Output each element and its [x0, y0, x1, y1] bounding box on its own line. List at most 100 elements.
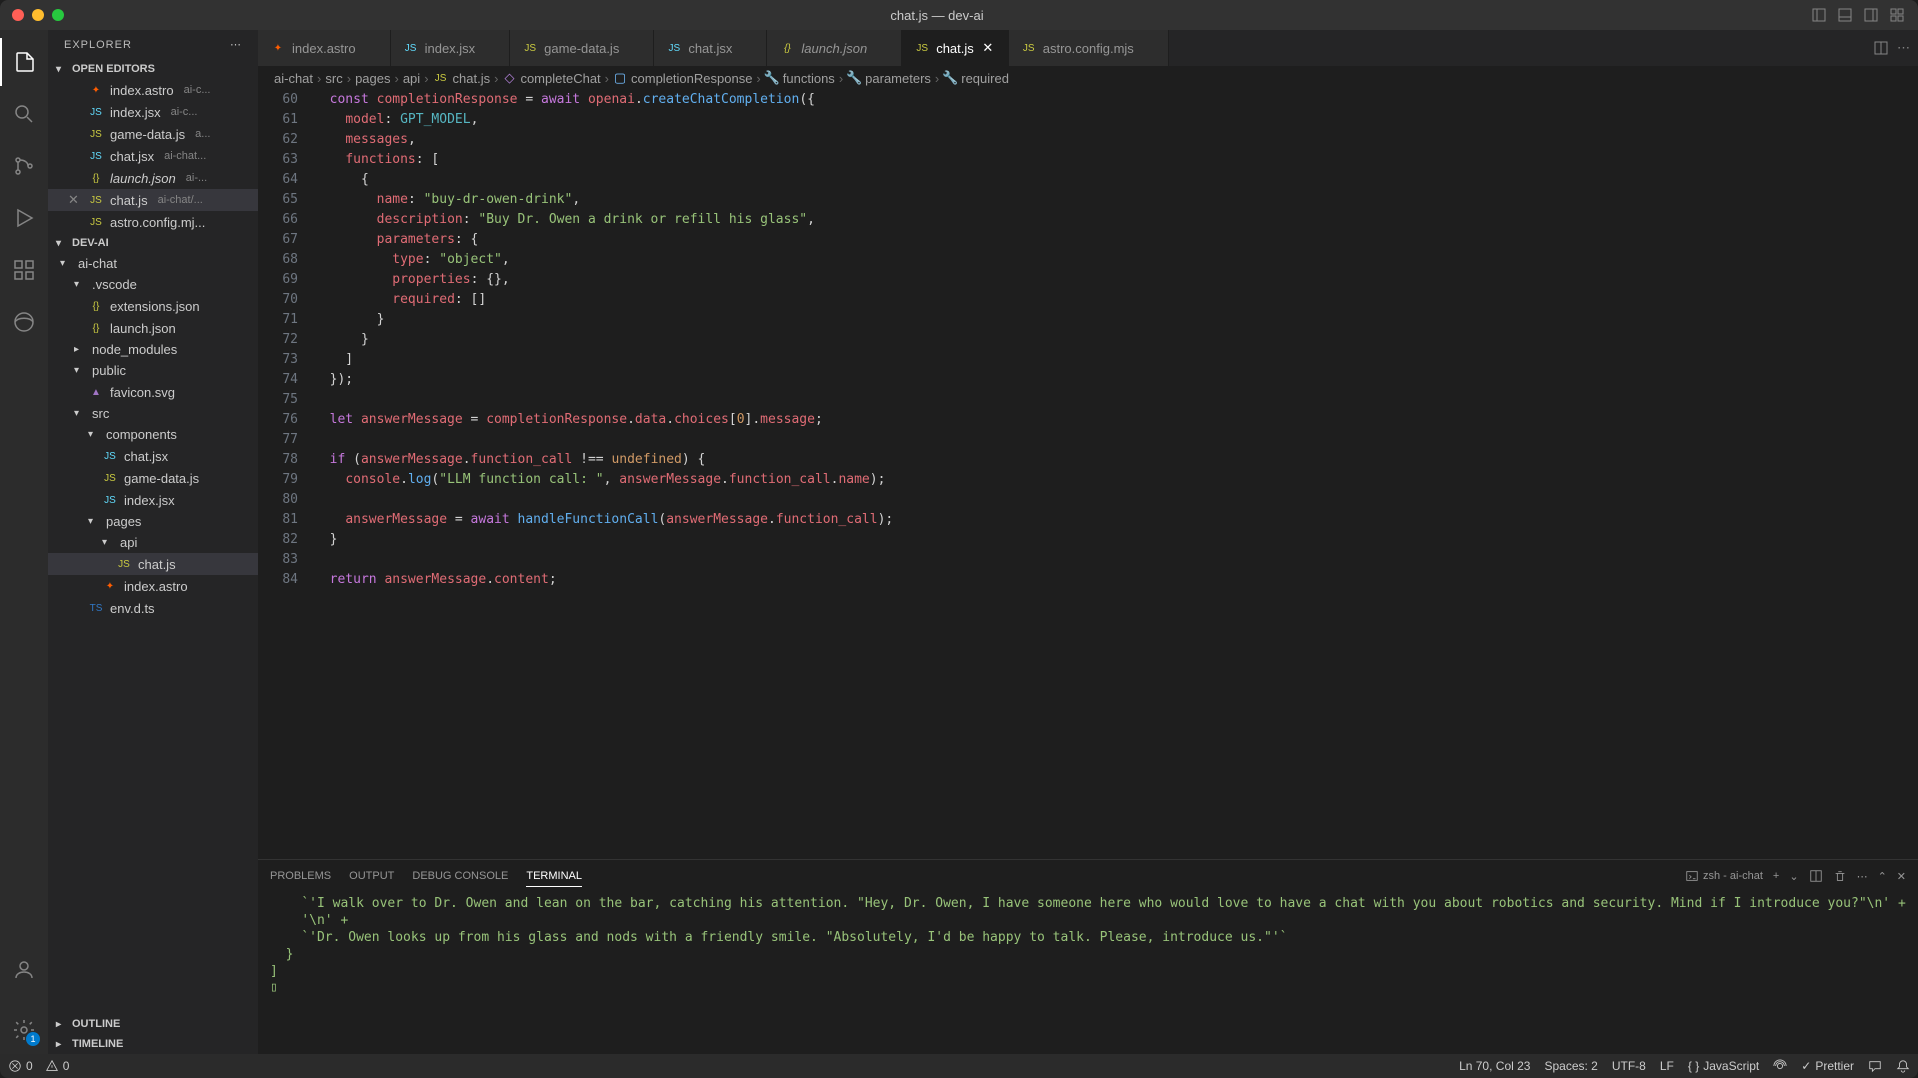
- status-language[interactable]: { } JavaScript: [1688, 1059, 1759, 1073]
- file-item[interactable]: JSchat.jsx: [48, 445, 258, 467]
- status-spaces[interactable]: Spaces: 2: [1544, 1059, 1597, 1073]
- close-window-button[interactable]: [12, 9, 24, 21]
- file-path: ai-c...: [184, 84, 211, 96]
- editor-tab[interactable]: {}launch.json✕: [767, 30, 902, 66]
- terminal-dropdown-icon[interactable]: ⌄: [1789, 870, 1798, 883]
- panel-tab-problems[interactable]: PROBLEMS: [270, 866, 331, 886]
- folder-item[interactable]: ▾api: [48, 532, 258, 553]
- close-tab-icon[interactable]: ✕: [980, 40, 996, 56]
- status-feedback-icon[interactable]: [1868, 1059, 1882, 1073]
- editor-tab[interactable]: JSindex.jsx✕: [391, 30, 511, 66]
- terminal-line: }: [270, 947, 1906, 964]
- folder-item[interactable]: ▾.vscode: [48, 274, 258, 295]
- editor-tab[interactable]: ✦index.astro✕: [258, 30, 391, 66]
- file-item[interactable]: JSgame-data.js: [48, 467, 258, 489]
- status-warnings[interactable]: 0: [45, 1059, 70, 1073]
- new-terminal-icon[interactable]: +: [1773, 870, 1779, 882]
- open-editor-item[interactable]: ✕{}launch.jsonai-...: [48, 167, 258, 189]
- source-control-icon[interactable]: [0, 142, 48, 190]
- editor-tab[interactable]: JSastro.config.mjs✕: [1009, 30, 1169, 66]
- terminal-output[interactable]: `'I walk over to Dr. Owen and lean on th…: [258, 892, 1918, 1054]
- folder-name: pages: [106, 514, 141, 529]
- close-panel-icon[interactable]: ✕: [1897, 870, 1906, 883]
- kill-terminal-icon[interactable]: [1833, 869, 1847, 883]
- folder-item[interactable]: ▾components: [48, 424, 258, 445]
- status-live-icon[interactable]: [1773, 1059, 1787, 1073]
- status-eol[interactable]: LF: [1660, 1059, 1674, 1073]
- folder-name: components: [106, 427, 177, 442]
- terminal-shell-label[interactable]: zsh - ai-chat: [1685, 869, 1763, 883]
- open-editor-item[interactable]: ✕✦index.astroai-c...: [48, 79, 258, 101]
- breadcrumb-item[interactable]: JSchat.js: [433, 70, 491, 86]
- more-icon[interactable]: ⋯: [230, 38, 242, 51]
- split-editor-icon[interactable]: [1873, 40, 1889, 56]
- file-item[interactable]: TSenv.d.ts: [48, 597, 258, 619]
- breadcrumb-item[interactable]: 🔧parameters: [847, 71, 931, 86]
- settings-gear-icon[interactable]: 1: [0, 1006, 48, 1054]
- status-position[interactable]: Ln 70, Col 23: [1459, 1059, 1530, 1073]
- layout-panel-icon[interactable]: [1810, 6, 1828, 24]
- breadcrumb-item[interactable]: src: [325, 71, 342, 86]
- open-editor-item[interactable]: ✕JSindex.jsxai-c...: [48, 101, 258, 123]
- panel-tab-debug-console[interactable]: DEBUG CONSOLE: [412, 866, 508, 886]
- layout-bottom-icon[interactable]: [1836, 6, 1854, 24]
- open-editor-item[interactable]: ✕JSchat.jsai-chat/...: [48, 189, 258, 211]
- file-item[interactable]: {}launch.json: [48, 317, 258, 339]
- folder-item[interactable]: ▾pages: [48, 511, 258, 532]
- property-icon: 🔧: [765, 71, 779, 85]
- settings-badge: 1: [26, 1032, 40, 1046]
- breadcrumb-item[interactable]: api: [403, 71, 420, 86]
- extensions-icon[interactable]: [0, 246, 48, 294]
- open-editor-item[interactable]: ✕JSchat.jsxai-chat...: [48, 145, 258, 167]
- maximize-window-button[interactable]: [52, 9, 64, 21]
- status-encoding[interactable]: UTF-8: [1612, 1059, 1646, 1073]
- project-section[interactable]: ▾ DEV-AI: [48, 233, 258, 253]
- file-item[interactable]: JSchat.js: [48, 553, 258, 575]
- open-editors-section[interactable]: ▾ OPEN EDITORS: [48, 59, 258, 79]
- breadcrumb-item[interactable]: ◇completeChat: [502, 71, 600, 86]
- status-bell-icon[interactable]: [1896, 1059, 1910, 1073]
- file-item[interactable]: ✦index.astro: [48, 575, 258, 597]
- file-name: index.astro: [110, 83, 174, 98]
- breadcrumb-item[interactable]: ▢completionResponse: [613, 71, 752, 86]
- minimize-window-button[interactable]: [32, 9, 44, 21]
- breadcrumb-item[interactable]: pages: [355, 71, 390, 86]
- outline-section[interactable]: ▸ OUTLINE: [48, 1014, 258, 1034]
- accounts-icon[interactable]: [0, 946, 48, 994]
- method-icon: ◇: [502, 71, 516, 85]
- panel-tab-output[interactable]: OUTPUT: [349, 866, 394, 886]
- layout-right-icon[interactable]: [1862, 6, 1880, 24]
- more-actions-icon[interactable]: ⋯: [1897, 40, 1910, 56]
- file-name: chat.js: [138, 557, 176, 572]
- breadcrumb-item[interactable]: 🔧required: [943, 71, 1009, 86]
- open-editor-item[interactable]: ✕JSastro.config.mj...: [48, 211, 258, 233]
- timeline-section[interactable]: ▸ TIMELINE: [48, 1034, 258, 1054]
- panel-tab-terminal[interactable]: TERMINAL: [526, 866, 582, 887]
- folder-item[interactable]: ▾ai-chat: [48, 253, 258, 274]
- code-editor[interactable]: 6061626364656667686970717273747576777879…: [258, 90, 1918, 859]
- status-errors[interactable]: 0: [8, 1059, 33, 1073]
- breadcrumb-item[interactable]: ai-chat: [274, 71, 313, 86]
- folder-item[interactable]: ▾public: [48, 360, 258, 381]
- close-icon[interactable]: ✕: [68, 192, 82, 208]
- search-icon[interactable]: [0, 90, 48, 138]
- status-prettier[interactable]: ✓ Prettier: [1801, 1059, 1854, 1073]
- more-terminal-icon[interactable]: ⋯: [1857, 870, 1868, 883]
- editor-tab[interactable]: JSchat.js✕: [902, 30, 1009, 66]
- explorer-icon[interactable]: [0, 38, 48, 86]
- run-debug-icon[interactable]: [0, 194, 48, 242]
- editor-tab[interactable]: JSgame-data.js✕: [510, 30, 654, 66]
- edge-tools-icon[interactable]: [0, 298, 48, 346]
- file-item[interactable]: {}extensions.json: [48, 295, 258, 317]
- folder-item[interactable]: ▾src: [48, 403, 258, 424]
- open-editor-item[interactable]: ✕JSgame-data.jsa...: [48, 123, 258, 145]
- file-name: chat.js: [110, 193, 148, 208]
- split-terminal-icon[interactable]: [1809, 869, 1823, 883]
- maximize-panel-icon[interactable]: ⌃: [1878, 870, 1887, 883]
- file-item[interactable]: ▲favicon.svg: [48, 381, 258, 403]
- editor-tab[interactable]: JSchat.jsx✕: [654, 30, 767, 66]
- folder-item[interactable]: ▸node_modules: [48, 339, 258, 360]
- breadcrumb-item[interactable]: 🔧functions: [765, 71, 835, 86]
- layout-customize-icon[interactable]: [1888, 6, 1906, 24]
- file-item[interactable]: JSindex.jsx: [48, 489, 258, 511]
